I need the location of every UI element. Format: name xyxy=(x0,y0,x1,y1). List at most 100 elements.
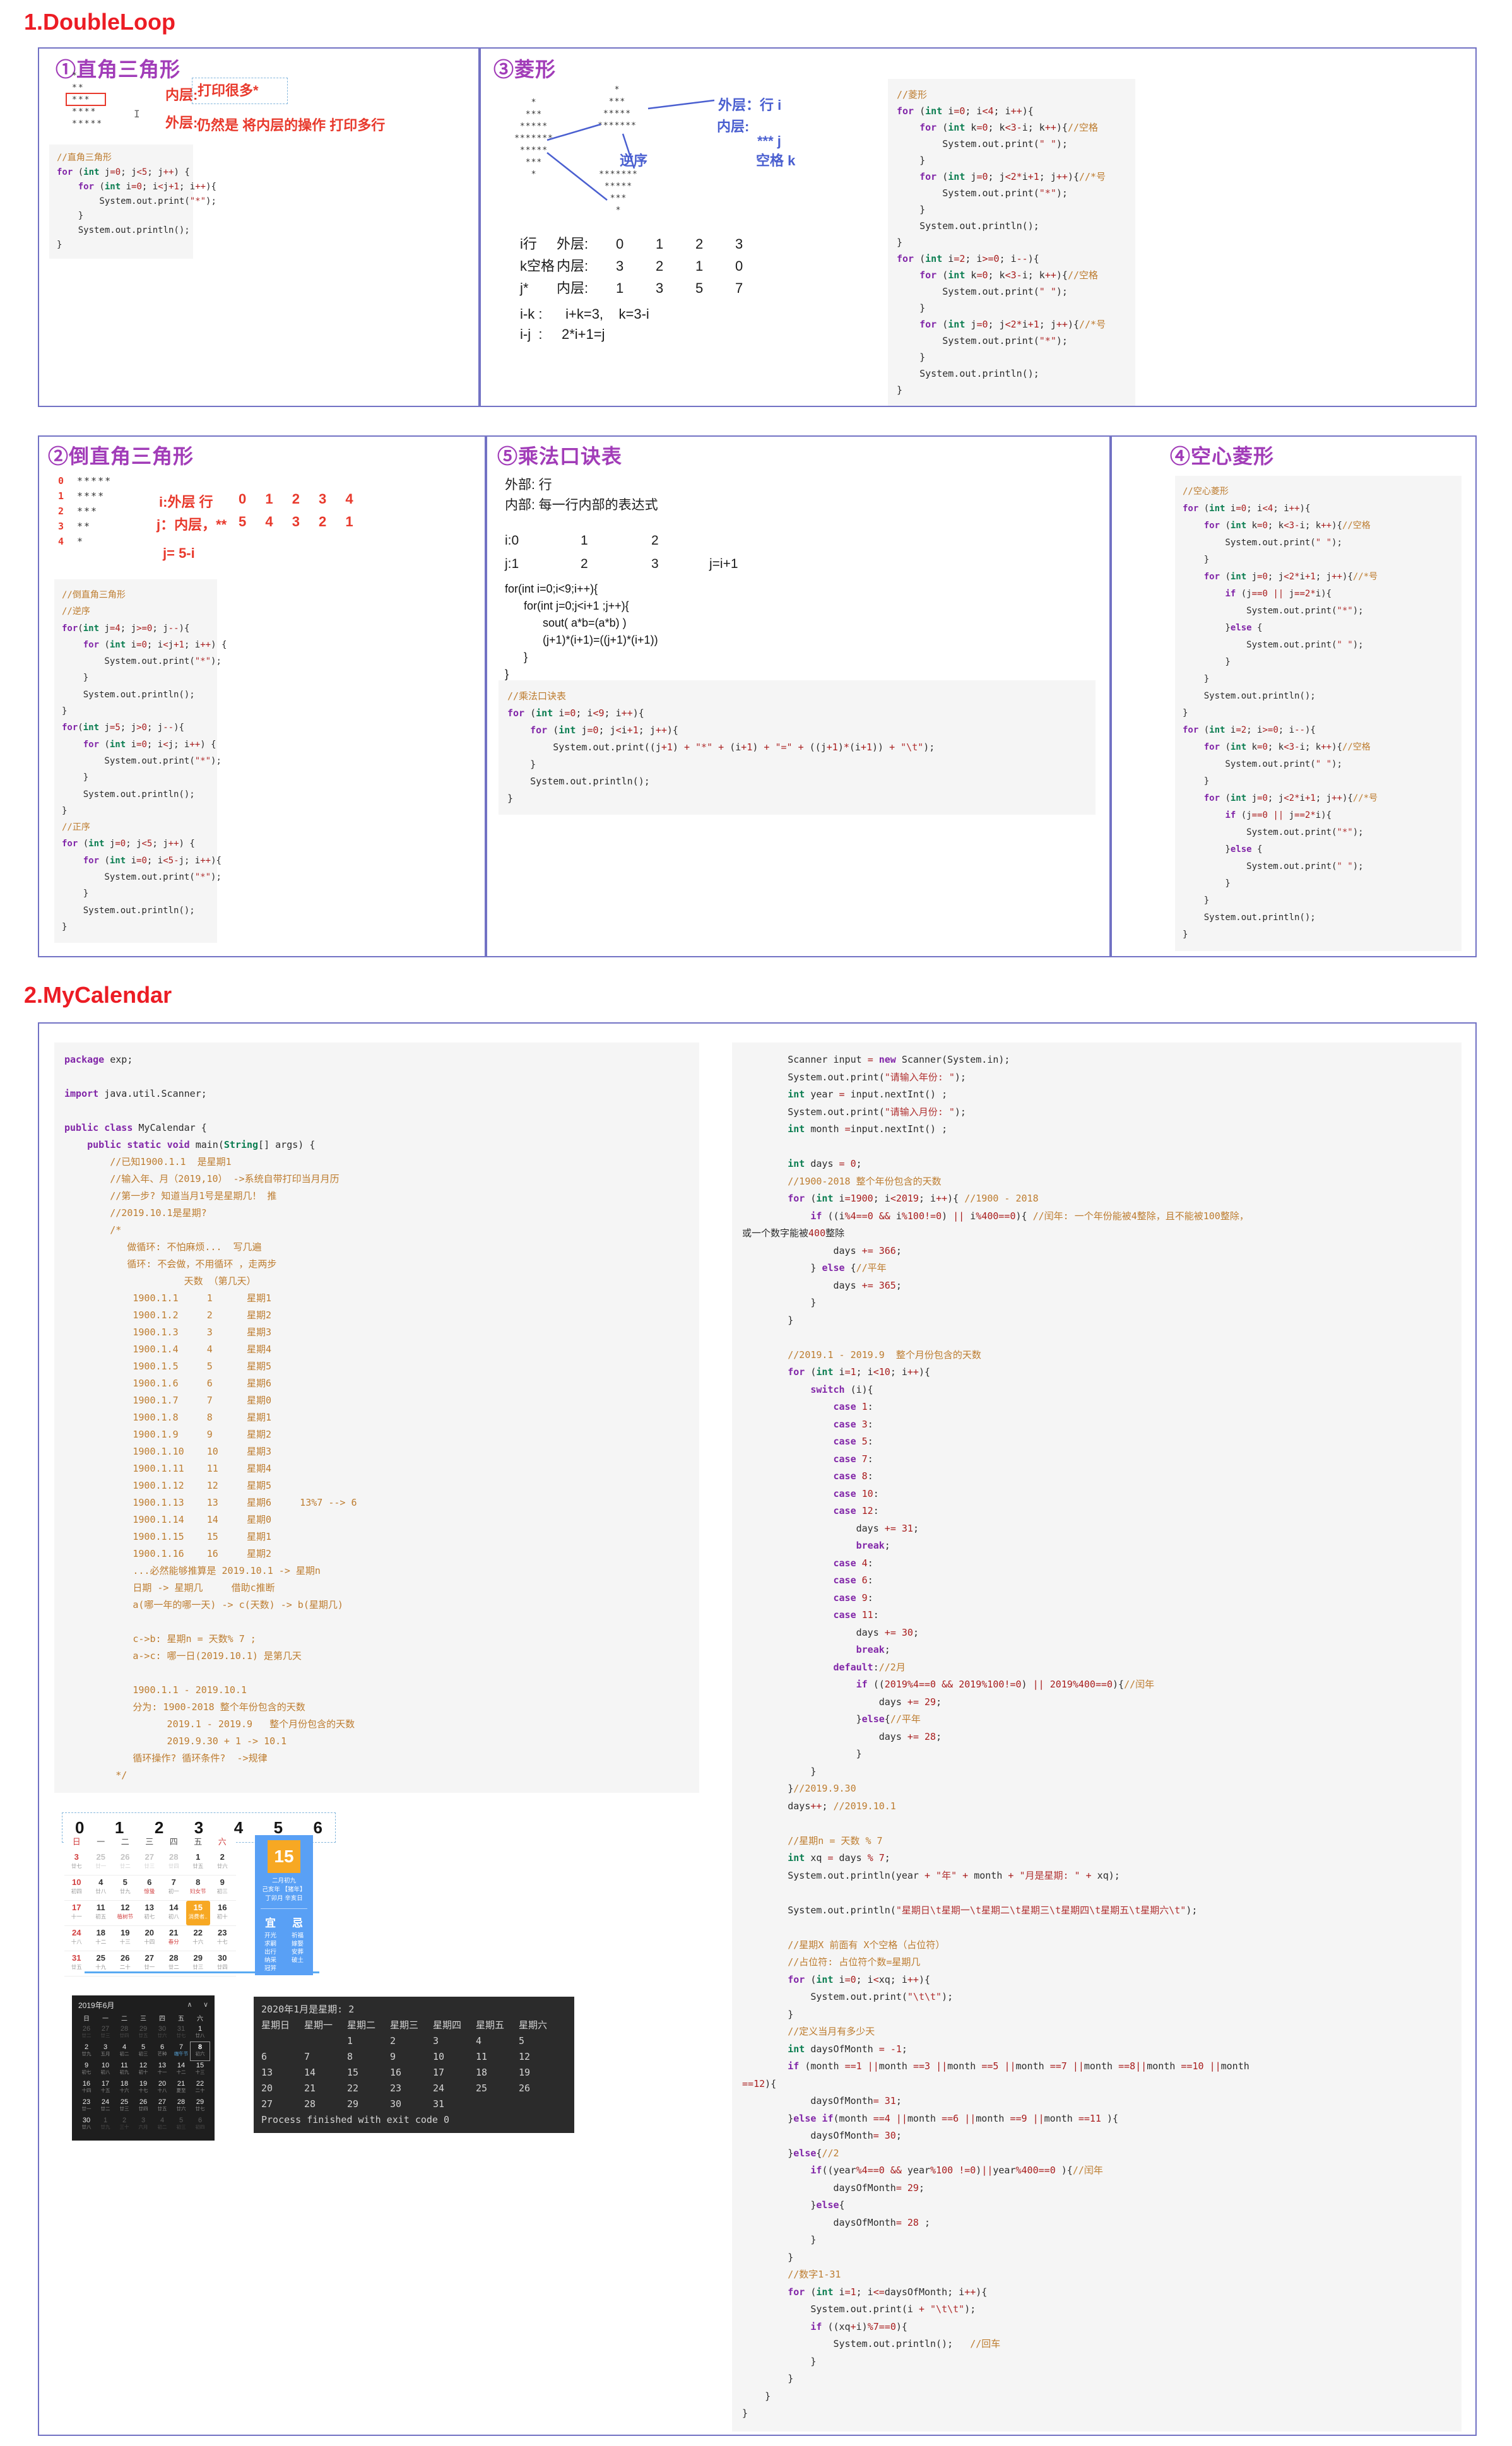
calendar-day-cell[interactable]: 8初六 xyxy=(191,2042,210,2060)
outer-loop-label: 外层: xyxy=(165,112,198,132)
calendar-day-cell[interactable]: 4初二 xyxy=(115,2042,134,2060)
calendar-day-cell[interactable]: 19十七 xyxy=(134,2079,153,2097)
pseudocode-sketch: for(int i=0;i<9;i++){ for(int j=0;j<i+1 … xyxy=(505,581,658,683)
calendar-day-cell[interactable]: 27廿三 xyxy=(96,2024,115,2042)
calendar-day-cell[interactable]: 7端午节 xyxy=(172,2042,191,2060)
calendar-day-cell[interactable]: 21夏至 xyxy=(172,2079,191,2097)
code-mycalendar-right[interactable]: Scanner input = new Scanner(System.in); … xyxy=(732,1043,1462,2431)
yi-label: 宜 xyxy=(265,1914,276,1930)
inner-note-label: j：内层，** xyxy=(157,514,227,534)
weekday-header: 一 xyxy=(89,1834,114,1850)
calendar-day-cell[interactable]: 28廿四 xyxy=(115,2024,134,2042)
calendar-day-cell[interactable]: 11初九 xyxy=(115,2060,134,2079)
calendar-day-cell[interactable]: 25廿三 xyxy=(115,2097,134,2115)
calendar-day-cell[interactable]: 6芒种 xyxy=(153,2042,172,2060)
calendar-day-cell: 19十三 xyxy=(113,1926,138,1951)
calendar-day-cell[interactable]: 28廿六 xyxy=(172,2097,191,2115)
calendar-day-cell[interactable]: 6初四 xyxy=(191,2115,210,2134)
calendar-day-cell: 23十七 xyxy=(210,1926,235,1951)
panel-multiplication-table: ⑤乘法口诀表 外部: 行 内部: 每一行内部的表达式 i:012j:123j=i… xyxy=(486,435,1111,957)
weekday-header: 五 xyxy=(186,1834,211,1850)
calendar-day-cell[interactable]: 20十八 xyxy=(153,2079,172,2097)
calendar-day-cell: 17十一 xyxy=(64,1901,89,1925)
calendar-day-cell[interactable]: 5初三 xyxy=(172,2115,191,2134)
calendar-day-cell: 9初三 xyxy=(210,1876,235,1900)
outer-note: 外部: 行 xyxy=(505,475,552,493)
calendar-day-cell[interactable]: 3五月 xyxy=(96,2042,115,2060)
calendar-day-cell: 12植树节 xyxy=(113,1901,138,1925)
calendar-day-cell[interactable]: 12初十 xyxy=(134,2060,153,2079)
calendar-day-cell[interactable]: 17十五 xyxy=(96,2079,115,2097)
calendar-day-cell[interactable]: 22二十 xyxy=(191,2079,210,2097)
inner-loop-textbox[interactable]: 打印很多* xyxy=(192,78,288,104)
calendar-day-cell: 26廿二 xyxy=(113,1850,138,1875)
calendar-day-cell[interactable]: 15十三 xyxy=(191,2060,210,2079)
calendar-day-cell[interactable]: 24廿二 xyxy=(96,2097,115,2115)
calendar-day-cell: 8妇女节 xyxy=(186,1876,211,1900)
calendar-day-cell[interactable]: 16十四 xyxy=(77,2079,96,2097)
ij-value-table: i:012j:123j=i+1 xyxy=(505,529,738,576)
calendar-day-cell: 7初一 xyxy=(162,1876,186,1900)
calendar-day-cell[interactable]: 14十二 xyxy=(172,2060,191,2079)
calendar-day-cell[interactable]: 31廿七 xyxy=(172,2024,191,2042)
calendar-day-cell: 3廿七 xyxy=(64,1850,89,1875)
reverse-order-label: 逆序 xyxy=(620,150,647,170)
calendar-day-cell[interactable]: 1廿九 xyxy=(96,2115,115,2134)
calendar-day-cell[interactable]: 5初三 xyxy=(134,2042,153,2060)
panel-title: ⑤乘法口诀表 xyxy=(497,440,622,470)
calendar-day-cell[interactable]: 13十一 xyxy=(153,2060,172,2079)
weekday-header: 日 xyxy=(77,2013,96,2024)
calendar-day-cell: 5廿九 xyxy=(113,1876,138,1900)
calendar-day-cell[interactable]: 9初七 xyxy=(77,2060,96,2079)
calendar-day-cell: 25廿一 xyxy=(89,1850,114,1875)
panel-mycalendar: package exp; import java.util.Scanner; p… xyxy=(38,1022,1477,2436)
code-diamond[interactable]: //菱形 for (int i=0; i<4; i++){ for (int k… xyxy=(888,79,1135,406)
formula-ij: i-j : 2*i+1=j xyxy=(520,326,605,343)
ji-list: 祈福嫁娶安葬破土 xyxy=(292,1932,304,1973)
mini-month-calendar: 日一二三四五六3廿七25廿一26廿二27廿三28廿四1廿五2廿六10初四4廿八5… xyxy=(64,1834,236,1976)
outer-loop-note: 仍然是 将内层的操作 打印多行 xyxy=(197,114,385,134)
calendar-day-cell[interactable]: 29廿七 xyxy=(191,2097,210,2115)
weekday-header: 日 xyxy=(64,1834,89,1850)
calendar-day-cell: 11初五 xyxy=(89,1901,114,1925)
almanac-item: 冠笄 xyxy=(264,1964,276,1973)
console-calendar-row: 12345 xyxy=(261,2033,567,2049)
inverted-triangle-art: 0*****1****2***3**4* xyxy=(58,473,112,549)
calendar-next-icon[interactable]: ∨ xyxy=(203,2001,208,2009)
panel-right-triangle: ①直角三角形 * ** *** **** ***** I 内层: 打印很多* 外… xyxy=(38,47,480,407)
calendar-day-cell[interactable]: 29廿五 xyxy=(134,2024,153,2042)
calendar-day-cell[interactable]: 2三十 xyxy=(115,2115,134,2134)
weekday-header: 六 xyxy=(191,2013,210,2024)
console-exit-line: Process finished with exit code 0 xyxy=(261,2112,567,2128)
calendar-day-cell[interactable]: 26廿四 xyxy=(134,2097,153,2115)
code-right-triangle[interactable]: //直角三角形 for (int j=0; j<5; j++) { for (i… xyxy=(49,145,193,259)
calendar-day-cell[interactable]: 2廿九 xyxy=(77,2042,96,2060)
calendar-day-cell[interactable]: 27廿五 xyxy=(153,2097,172,2115)
week-number: 6 xyxy=(314,1818,322,1838)
calendar-day-cell[interactable]: 10初八 xyxy=(96,2060,115,2079)
calendar-day-cell[interactable]: 30廿八 xyxy=(77,2115,96,2134)
calendar-day-cell[interactable]: 1廿八 xyxy=(191,2024,210,2042)
code-inverted-triangle[interactable]: //倒直角三角形 //逆序 for(int j=4; j>=0; j--){ f… xyxy=(54,579,217,943)
calendar-day-cell[interactable]: 23廿一 xyxy=(77,2097,96,2115)
calendar-prev-icon[interactable]: ∧ xyxy=(187,2001,192,2009)
calendar-day-cell: 21春分 xyxy=(162,1926,186,1951)
console-calendar-row: 20212223242526 xyxy=(261,2081,567,2096)
calendar-day-cell[interactable]: 3六月 xyxy=(134,2115,153,2134)
calendar-day-cell[interactable]: 18十六 xyxy=(115,2079,134,2097)
calendar-day-cell: 24十八 xyxy=(64,1926,89,1951)
week-number: 5 xyxy=(274,1818,283,1838)
lunar-month-day: 丁卯月 辛亥日 xyxy=(257,1894,311,1903)
almanac-item: 求嗣 xyxy=(264,1940,276,1948)
weekday-header: 四 xyxy=(162,1834,186,1850)
code-hollow-diamond[interactable]: //空心菱形 for (int i=0; i<4; i++){ for (int… xyxy=(1175,476,1462,951)
weekday-header: 三 xyxy=(138,1834,162,1850)
calendar-day-cell[interactable]: 30廿六 xyxy=(153,2024,172,2042)
console-week-header: 星期日星期一星期二星期三星期四星期五星期六 xyxy=(261,2018,567,2033)
calendar-day-cell[interactable]: 4初二 xyxy=(153,2115,172,2134)
calendar-day-cell: 15消费者.. xyxy=(186,1901,211,1925)
calendar-day-cell[interactable]: 26廿二 xyxy=(77,2024,96,2042)
code-multiplication-table[interactable]: //乘法口诀表 for (int i=0; i<9; i++){ for (in… xyxy=(499,680,1096,815)
code-mycalendar-left[interactable]: package exp; import java.util.Scanner; p… xyxy=(54,1043,699,1793)
section-title-mycalendar: 2.MyCalendar xyxy=(24,982,172,1008)
